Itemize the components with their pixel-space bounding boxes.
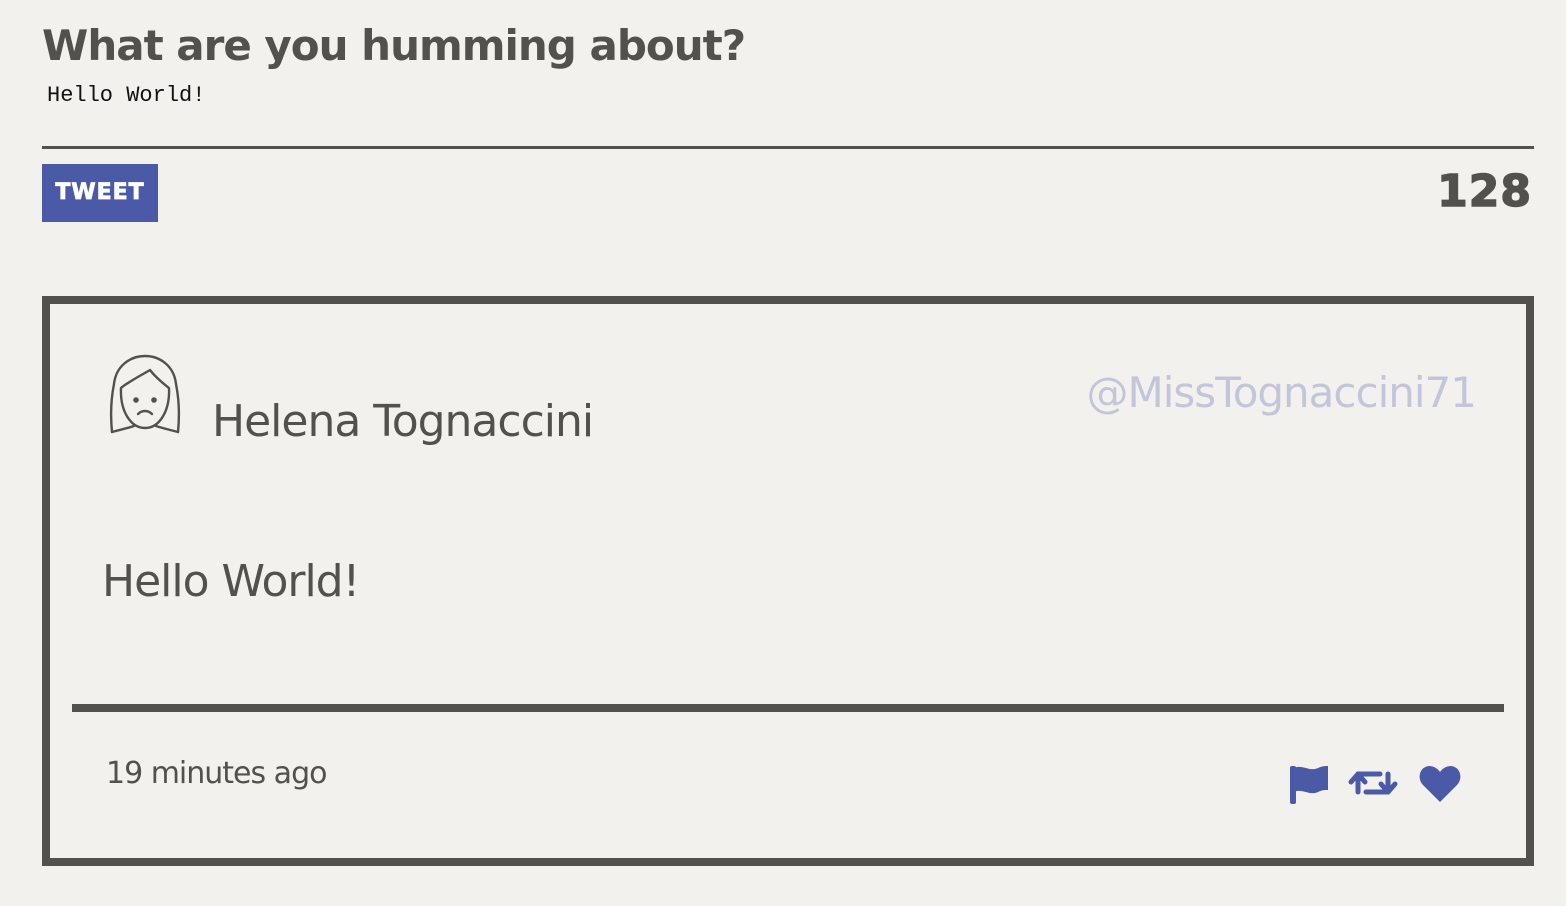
compose-input[interactable]: Hello World! [42,78,1530,144]
character-count: 128 [1436,165,1532,218]
tweet-button[interactable]: TWEET [42,164,158,222]
heart-icon[interactable] [1418,762,1462,804]
retweet-icon[interactable] [1348,762,1398,804]
tweet-card: Helena Tognaccini @MissTognaccini71 Hell… [42,296,1534,866]
flag-icon[interactable] [1288,762,1330,804]
user-name[interactable]: Helena Tognaccini [212,392,594,452]
compose-divider [42,146,1534,149]
tweet-text: Hello World! [102,556,360,607]
compose-title: What are you humming about? [42,21,746,70]
avatar-icon [109,354,181,434]
card-divider [72,704,1504,712]
user-handle[interactable]: @MissTognaccini71 [1087,364,1477,422]
timestamp: 19 minutes ago [106,756,327,791]
